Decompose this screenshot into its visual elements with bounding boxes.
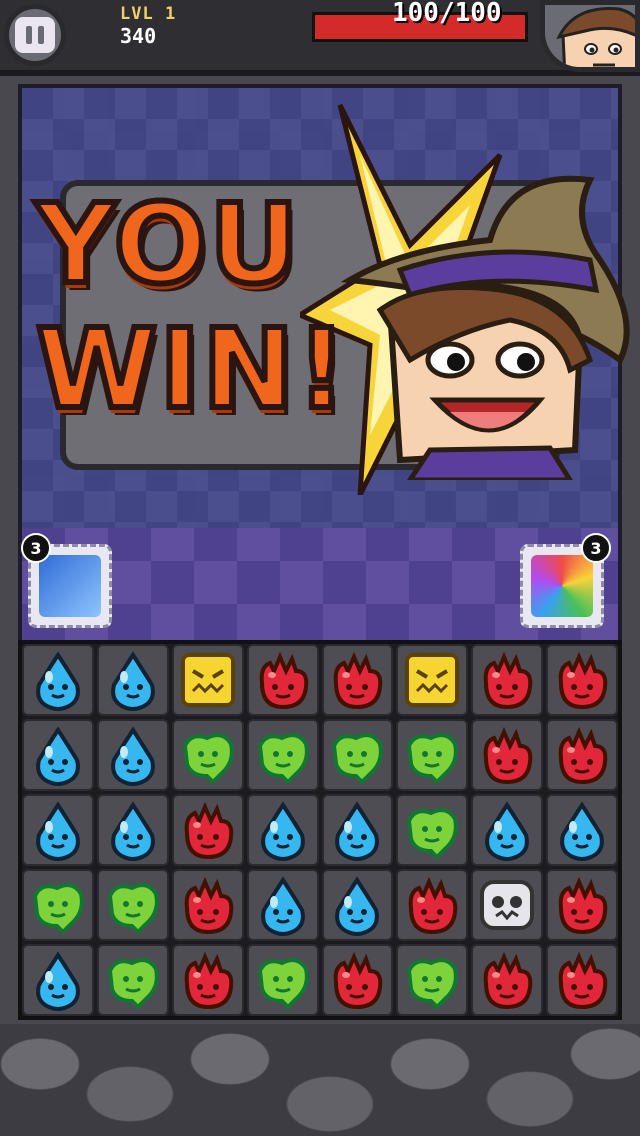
blue-gem-icon [36, 801, 80, 861]
board-cell[interactable] [471, 869, 544, 941]
blue-gem-icon [110, 651, 155, 711]
powerup-count: 3 [581, 533, 611, 563]
board-cell[interactable] [96, 869, 169, 941]
board-cell[interactable] [171, 794, 244, 866]
wizard-portrait-icon [545, 5, 635, 67]
red-gem-icon [334, 951, 383, 1010]
red-gem-icon [184, 951, 233, 1010]
blue-gem-icon [260, 876, 305, 936]
blue-gem-icon [36, 651, 80, 711]
blue-gem-icon [485, 801, 530, 861]
level-label: LVL 1 [120, 4, 177, 24]
red-gem-icon [259, 651, 308, 710]
board-cell[interactable] [546, 644, 618, 716]
blue-gem-icon [560, 801, 604, 861]
board-cell[interactable] [396, 719, 469, 791]
skull-gem-icon [480, 880, 535, 930]
meteor-icon [39, 555, 101, 617]
red-gem-icon [558, 651, 608, 710]
red-gem-icon [558, 951, 608, 1010]
red-gem-icon [184, 876, 233, 935]
red-gem-icon [558, 726, 608, 785]
green-gem-icon [182, 733, 234, 785]
board-cell[interactable] [22, 719, 94, 791]
rainbow-ufo-icon [531, 555, 593, 617]
player-avatar [540, 0, 640, 72]
red-gem-icon [334, 651, 383, 710]
board-cell[interactable] [546, 869, 618, 941]
powerup-rainbow-button[interactable]: 3 [520, 533, 611, 628]
wizard-hero-icon [340, 175, 630, 480]
green-gem-icon [332, 733, 384, 785]
board-cell[interactable] [22, 794, 94, 866]
board-cell[interactable] [396, 869, 469, 941]
you-win-line1: YOU [33, 177, 302, 311]
board-cell[interactable] [546, 794, 618, 866]
board-cell[interactable] [321, 644, 394, 716]
board-cell[interactable] [321, 944, 394, 1016]
red-gem-icon [483, 951, 533, 1010]
board-cell[interactable] [171, 944, 244, 1016]
board-cell[interactable] [246, 719, 319, 791]
board-cell[interactable] [321, 719, 394, 791]
board-cell[interactable] [471, 644, 544, 716]
powerup-count: 3 [21, 533, 51, 563]
pause-icon [15, 17, 55, 53]
board-cell[interactable] [96, 944, 169, 1016]
red-gem-icon [483, 651, 533, 710]
blue-gem-icon [36, 726, 80, 786]
powerup-meteor-button[interactable]: 3 [21, 533, 112, 628]
green-gem-icon [407, 958, 459, 1010]
board-cell[interactable] [321, 794, 394, 866]
score-value: 340 [120, 24, 157, 48]
board-cell[interactable] [471, 719, 544, 791]
blue-gem-icon [335, 801, 380, 861]
board-cell[interactable] [96, 794, 169, 866]
board-cell[interactable] [96, 644, 169, 716]
board-cell[interactable] [396, 794, 469, 866]
board-cell[interactable] [246, 944, 319, 1016]
board-cell[interactable] [171, 719, 244, 791]
yellow-gem-icon [405, 653, 460, 707]
board-cell[interactable] [22, 644, 94, 716]
green-gem-icon [107, 883, 159, 935]
green-gem-icon [107, 958, 159, 1010]
yellow-gem-icon [180, 653, 235, 707]
blue-gem-icon [110, 801, 155, 861]
board-cell[interactable] [246, 794, 319, 866]
board-cell[interactable] [471, 944, 544, 1016]
you-win-line2: WIN! [33, 302, 349, 436]
blue-gem-icon [260, 801, 305, 861]
red-gem-icon [184, 801, 233, 860]
board-cell[interactable] [471, 794, 544, 866]
game-board [22, 644, 618, 1016]
red-gem-icon [409, 876, 458, 935]
board-cell[interactable] [396, 944, 469, 1016]
board-cell[interactable] [22, 944, 94, 1016]
board-cell[interactable] [246, 644, 319, 716]
board-cell[interactable] [321, 869, 394, 941]
blue-gem-icon [110, 726, 155, 786]
board-cell[interactable] [246, 869, 319, 941]
green-gem-icon [257, 958, 309, 1010]
board-cell[interactable] [96, 719, 169, 791]
blue-gem-icon [335, 876, 380, 936]
blue-gem-icon [36, 951, 80, 1011]
cobblestone-floor [0, 1024, 640, 1136]
board-cell[interactable] [171, 644, 244, 716]
board-cell[interactable] [22, 869, 94, 941]
board-cell[interactable] [546, 944, 618, 1016]
green-gem-icon [32, 883, 84, 935]
pause-button[interactable] [4, 4, 66, 66]
board-cell[interactable] [546, 719, 618, 791]
green-gem-icon [407, 808, 459, 860]
health-text: 100/100 [392, 0, 502, 28]
green-gem-icon [407, 733, 459, 785]
board-cell[interactable] [171, 869, 244, 941]
red-gem-icon [558, 876, 608, 935]
red-gem-icon [483, 726, 533, 785]
green-gem-icon [257, 733, 309, 785]
board-cell[interactable] [396, 644, 469, 716]
